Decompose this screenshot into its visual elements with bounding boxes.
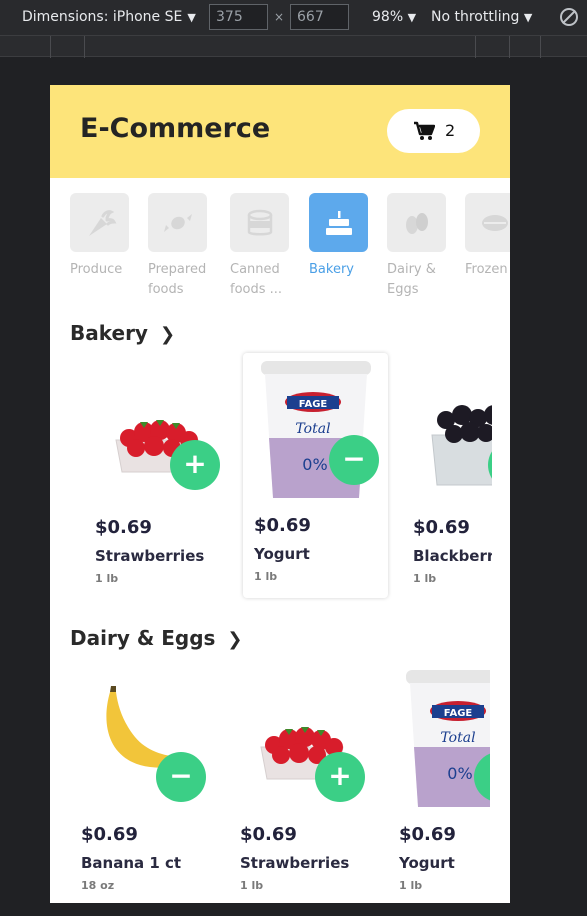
can-icon bbox=[247, 209, 272, 235]
product-price: $0.69 bbox=[413, 517, 470, 538]
product-unit: 1 lb bbox=[240, 879, 264, 892]
frozen-icon bbox=[481, 214, 508, 231]
product-name: Strawberries bbox=[240, 854, 350, 872]
yogurt-sub: Total bbox=[295, 421, 330, 437]
product-price: $0.69 bbox=[399, 824, 456, 845]
zoom-dropdown[interactable]: 98% ▼ bbox=[372, 9, 416, 25]
product-unit: 18 oz bbox=[81, 879, 115, 892]
egg-icon bbox=[405, 212, 428, 234]
product-unit: 1 lb bbox=[399, 879, 423, 892]
yogurt-brand: FAGE bbox=[444, 708, 473, 719]
category-frozen[interactable]: Frozen bbox=[465, 193, 510, 280]
product-card[interactable]: + $0.69 Strawberries 1 lb bbox=[229, 662, 374, 903]
throttling-dropdown[interactable]: No throttling ▼ bbox=[431, 9, 532, 25]
devtools-toolbar: Dimensions: iPhone SE ▼ 375 × 667 98% ▼ N… bbox=[0, 0, 587, 35]
product-card[interactable]: FAGE Total 0% + $0.69 Yogurt 1 lb bbox=[388, 662, 490, 903]
section-title: Dairy & Eggs bbox=[70, 626, 216, 650]
ruler-divider bbox=[50, 36, 51, 58]
category-tile bbox=[309, 193, 368, 252]
add-to-cart-button[interactable]: + bbox=[315, 752, 365, 802]
caret-down-icon: ▼ bbox=[187, 11, 196, 24]
category-tile bbox=[465, 193, 510, 252]
category-label: Prepared foods bbox=[148, 262, 207, 297]
section-title: Bakery bbox=[70, 321, 148, 345]
product-price: $0.69 bbox=[254, 515, 311, 536]
product-name: Blackberries bbox=[413, 547, 492, 565]
product-name: Yogurt bbox=[399, 854, 455, 872]
product-unit: 1 lb bbox=[254, 570, 278, 583]
product-card[interactable]: + $0.69 Blackberries 1 lb bbox=[402, 355, 492, 600]
device-viewport: E-Commerce 2 Produce Prepared foods Cann… bbox=[50, 85, 510, 903]
width-input[interactable]: 375 bbox=[209, 4, 268, 30]
remove-from-cart-button[interactable]: − bbox=[329, 435, 379, 485]
ruler-divider bbox=[84, 36, 85, 58]
remove-from-cart-button[interactable]: − bbox=[156, 752, 206, 802]
chevron-right-icon: ❯ bbox=[159, 324, 176, 345]
device-label: Dimensions: iPhone SE bbox=[22, 9, 183, 25]
category-prepared-foods[interactable]: Prepared foods bbox=[148, 193, 210, 300]
yogurt-fat: 0% bbox=[447, 764, 472, 783]
yogurt-brand: FAGE bbox=[299, 399, 328, 410]
product-unit: 1 lb bbox=[95, 572, 119, 585]
times-icon: × bbox=[274, 10, 285, 24]
section-header-dairy-eggs[interactable]: Dairy & Eggs ❯ bbox=[70, 626, 243, 650]
height-input[interactable]: 667 bbox=[290, 4, 349, 30]
category-tile bbox=[387, 193, 446, 252]
category-label: Canned foods ... bbox=[230, 262, 283, 297]
app-title: E-Commerce bbox=[80, 113, 271, 144]
category-tile bbox=[148, 193, 207, 252]
chevron-right-icon: ❯ bbox=[227, 629, 243, 650]
zoom-label: 98% bbox=[372, 9, 404, 25]
category-label: Dairy & Eggs bbox=[387, 262, 436, 297]
carrot-icon bbox=[88, 209, 116, 236]
device-dropdown[interactable]: Dimensions: iPhone SE ▼ bbox=[22, 9, 196, 25]
product-price: $0.69 bbox=[81, 824, 138, 845]
product-card[interactable]: FAGE Total 0% − $0.69 Yogurt 1 lb bbox=[243, 353, 388, 598]
category-list: Produce Prepared foods Canned foods ... … bbox=[70, 193, 510, 305]
cart-icon bbox=[414, 121, 435, 140]
cake-icon bbox=[325, 210, 352, 235]
app-header: E-Commerce 2 bbox=[50, 85, 510, 178]
yogurt-sub: Total bbox=[440, 730, 475, 746]
category-tile bbox=[230, 193, 289, 252]
blackberries-image bbox=[431, 405, 492, 486]
yogurt-fat: 0% bbox=[302, 455, 327, 474]
section-header-bakery[interactable]: Bakery ❯ bbox=[70, 321, 175, 345]
product-price: $0.69 bbox=[95, 517, 152, 538]
cart-count: 2 bbox=[445, 121, 456, 140]
throttling-label: No throttling bbox=[431, 9, 520, 25]
rotate-icon[interactable] bbox=[560, 8, 578, 26]
caret-down-icon: ▼ bbox=[523, 11, 533, 24]
product-price: $0.69 bbox=[240, 824, 297, 845]
candy-icon bbox=[163, 213, 192, 232]
ruler-divider bbox=[540, 36, 541, 58]
ruler-divider bbox=[509, 36, 510, 58]
product-name: Banana 1 ct bbox=[81, 854, 182, 872]
category-label: Bakery bbox=[309, 262, 354, 277]
cart-button[interactable]: 2 bbox=[387, 109, 480, 153]
product-unit: 1 lb bbox=[413, 572, 437, 585]
category-produce[interactable]: Produce bbox=[70, 193, 132, 280]
category-canned-foods[interactable]: Canned foods ... bbox=[230, 193, 292, 300]
yogurt-image: FAGE Total 0% bbox=[406, 670, 490, 807]
category-bakery[interactable]: Bakery bbox=[309, 193, 371, 280]
caret-down-icon: ▼ bbox=[407, 11, 417, 24]
product-card[interactable]: + $0.69 Strawberries 1 lb bbox=[84, 355, 229, 600]
product-card[interactable]: − $0.69 Banana 1 ct 18 oz bbox=[70, 662, 215, 903]
product-name: Yogurt bbox=[254, 545, 310, 563]
product-name: Strawberries bbox=[95, 547, 205, 565]
category-label: Produce bbox=[70, 262, 123, 277]
media-query-ruler bbox=[0, 35, 587, 58]
ruler-divider bbox=[475, 36, 476, 58]
category-dairy-eggs[interactable]: Dairy & Eggs bbox=[387, 193, 449, 300]
category-label: Frozen bbox=[465, 262, 508, 277]
category-tile bbox=[70, 193, 129, 252]
add-to-cart-button[interactable]: + bbox=[170, 440, 220, 490]
